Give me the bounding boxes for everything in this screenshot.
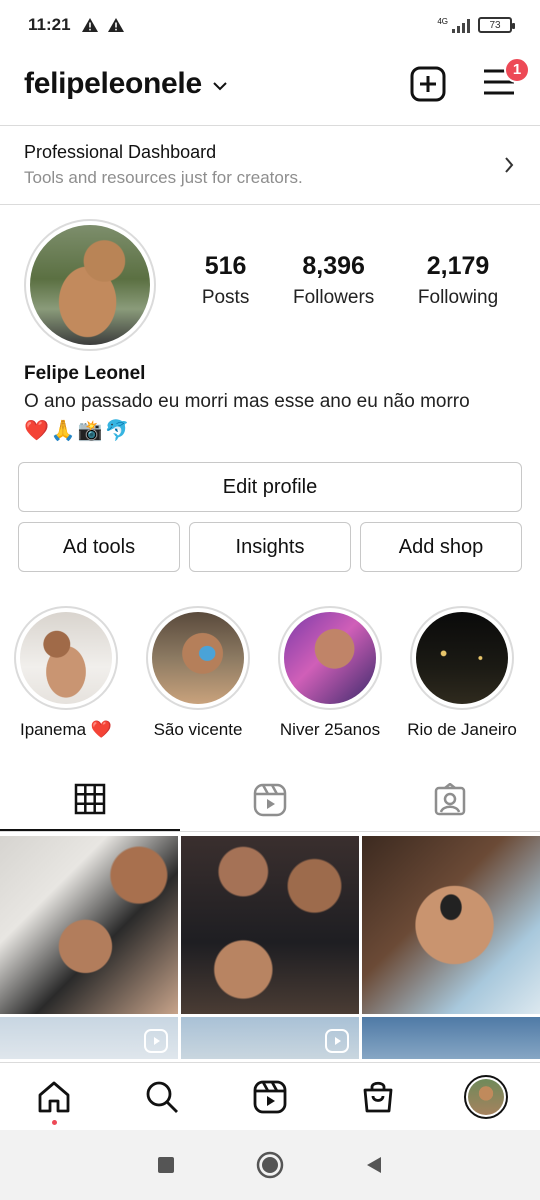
nav-home[interactable]	[24, 1067, 84, 1127]
notification-badge: 1	[504, 56, 530, 83]
profile-name: Felipe Leonel	[24, 363, 146, 384]
reel-badge-icon	[144, 1029, 168, 1053]
grid-post[interactable]	[0, 836, 178, 1014]
new-post-icon[interactable]	[410, 66, 446, 102]
stat-value: 8,396	[302, 252, 365, 280]
status-bar: 11:21 4G 73	[0, 0, 540, 50]
battery-icon: 73	[478, 17, 515, 33]
reels-icon	[253, 1080, 287, 1113]
home-icon	[38, 1081, 70, 1112]
tagged-icon	[434, 782, 466, 815]
profile-tabs	[0, 768, 540, 832]
nav-search[interactable]	[132, 1067, 192, 1127]
search-icon	[146, 1081, 178, 1113]
stat-label: Followers	[292, 287, 375, 308]
system-navigation	[0, 1130, 540, 1200]
chevron-right-icon	[505, 157, 514, 173]
highlight-cover	[410, 606, 514, 710]
highlight-cover	[146, 606, 250, 710]
grid-post[interactable]	[0, 1017, 178, 1059]
warning-icon	[81, 18, 98, 32]
profile-stats: 516 Posts 8,396 Followers 2,179 Followin…	[180, 252, 520, 309]
highlight-label: Rio de Janeiro	[407, 720, 517, 739]
grid-icon	[74, 783, 106, 814]
network-label: 4G	[437, 17, 448, 26]
bottom-navigation	[0, 1062, 540, 1130]
stat-posts[interactable]: 516 Posts	[202, 252, 250, 309]
stat-value: 516	[204, 252, 247, 280]
chevron-down-icon[interactable]	[212, 81, 228, 91]
stat-label: Following	[417, 287, 499, 308]
posts-grid	[0, 836, 540, 1059]
add-shop-button[interactable]: Add shop	[360, 522, 522, 572]
stat-followers[interactable]: 8,396 Followers	[293, 252, 374, 309]
back-icon[interactable]	[364, 1155, 384, 1175]
profile-header: felipeleonele 1	[0, 52, 540, 116]
highlight-label: São vicente	[153, 720, 243, 739]
nav-shop[interactable]	[348, 1067, 408, 1127]
tab-reels[interactable]	[180, 768, 360, 831]
highlight-label: Niver 25anos	[279, 720, 381, 739]
highlight-item[interactable]: Ipanema ❤️	[0, 606, 132, 740]
status-time: 11:21	[28, 15, 71, 34]
highlight-label: Ipanema ❤️	[19, 720, 113, 739]
avatar-image	[30, 225, 150, 345]
menu-button[interactable]: 1	[482, 56, 530, 102]
grid-post[interactable]	[362, 1017, 540, 1059]
nav-reels[interactable]	[240, 1067, 300, 1127]
dashboard-title: Professional Dashboard	[24, 142, 217, 162]
grid-post[interactable]	[181, 836, 359, 1014]
warning-icon	[107, 18, 124, 32]
activity-dot	[52, 1119, 57, 1125]
profile-bio: O ano passado eu morri mas esse ano eu n…	[24, 391, 470, 412]
highlight-cover	[14, 606, 118, 710]
signal-icon: 4G	[437, 17, 470, 33]
stat-label: Posts	[201, 287, 250, 308]
highlight-item[interactable]: Niver 25anos	[264, 606, 396, 740]
profile-bio-emoji: ❤️🙏📸🐬	[24, 420, 132, 442]
stat-value: 2,179	[426, 252, 490, 280]
highlight-cover	[278, 606, 382, 710]
recents-icon[interactable]	[156, 1155, 176, 1175]
nav-profile[interactable]	[456, 1067, 516, 1127]
username-switcher[interactable]: felipeleonele	[24, 67, 202, 101]
reel-badge-icon	[325, 1029, 349, 1053]
professional-dashboard[interactable]: Professional Dashboard Tools and resourc…	[0, 125, 540, 205]
dashboard-subtitle: Tools and resources just for creators.	[24, 168, 303, 187]
edit-profile-button[interactable]: Edit profile	[18, 462, 522, 512]
stat-following[interactable]: 2,179 Following	[418, 252, 498, 309]
tab-grid[interactable]	[0, 768, 180, 831]
status-right: 4G 73	[437, 17, 515, 33]
tab-tagged[interactable]	[360, 768, 540, 831]
story-highlights: Ipanema ❤️ São vicente Niver 25anos Rio …	[0, 606, 540, 740]
highlight-item[interactable]: Rio de Janeiro	[396, 606, 528, 740]
profile-avatar[interactable]	[24, 219, 156, 351]
battery-level: 73	[489, 19, 501, 31]
highlight-item[interactable]: São vicente	[132, 606, 264, 740]
home-circle-icon[interactable]	[256, 1151, 284, 1179]
insights-button[interactable]: Insights	[189, 522, 351, 572]
grid-post[interactable]	[362, 836, 540, 1014]
reels-icon	[253, 783, 287, 816]
grid-post[interactable]	[181, 1017, 359, 1059]
profile-avatar-small	[464, 1074, 508, 1119]
ad-tools-button[interactable]: Ad tools	[18, 522, 180, 572]
status-warnings	[81, 17, 125, 33]
shop-icon	[363, 1081, 393, 1112]
